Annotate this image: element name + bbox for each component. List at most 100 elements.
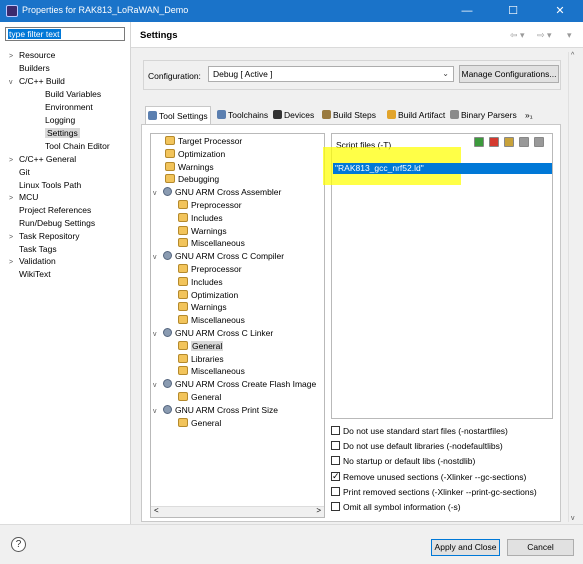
checkbox[interactable] xyxy=(331,426,340,435)
nav-item[interactable]: v C/C++ Build xyxy=(9,75,65,87)
tool-tree-label: GNU ARM Cross C Linker xyxy=(175,328,274,338)
tab[interactable]: Devices xyxy=(271,108,316,124)
cancel-button[interactable]: Cancel xyxy=(507,539,574,556)
option-category-icon xyxy=(178,302,188,312)
nav-item[interactable]: > C/C++ General xyxy=(9,153,76,165)
tool-tree-item[interactable]: Debugging xyxy=(165,173,219,185)
move-up-icon[interactable] xyxy=(519,137,529,147)
nav-item[interactable]: > Resource xyxy=(9,49,55,61)
tab[interactable]: Binary Parsers xyxy=(448,108,519,124)
page-title: Settings xyxy=(140,30,178,41)
tool-tree-item[interactable]: Preprocessor xyxy=(178,263,242,275)
scroll-left-icon[interactable]: < xyxy=(154,506,159,515)
nav-item[interactable]: Task Tags xyxy=(9,243,57,255)
option-category-icon xyxy=(178,417,188,427)
script-files-list[interactable]: Script files (-T) "RAK813_gcc_nrf52.ld" xyxy=(323,133,553,419)
maximize-button[interactable]: ☐ xyxy=(490,0,536,22)
option-checkbox-row[interactable]: Print removed sections (-Xlinker --print… xyxy=(331,486,537,498)
nav-item[interactable]: Run/Debug Settings xyxy=(9,217,95,229)
tool-tree-item[interactable]: General xyxy=(178,391,221,403)
nav-item[interactable]: Tool Chain Editor xyxy=(35,140,110,152)
nav-item[interactable]: WikiText xyxy=(9,268,51,280)
scroll-up-icon[interactable]: ^ xyxy=(571,52,574,59)
checkbox[interactable] xyxy=(331,486,340,496)
tool-tree-item[interactable]: Optimization xyxy=(165,148,225,160)
tool-tree-item[interactable]: v GNU ARM Cross Assembler xyxy=(153,186,281,198)
back-nav-button[interactable]: ⇦ ▾ xyxy=(510,30,525,41)
scroll-right-icon[interactable]: > xyxy=(316,506,321,515)
manage-configurations-button[interactable]: Manage Configurations... xyxy=(459,65,559,83)
settings-header: Settings ⇦ ▾ ⇨ ▾ ▾ xyxy=(131,22,583,48)
tab-icon xyxy=(450,110,459,119)
minimize-button[interactable]: — xyxy=(444,0,490,22)
configuration-select[interactable]: Debug [ Active ] ⌄ xyxy=(208,66,454,82)
twisty-icon[interactable]: v xyxy=(153,329,163,341)
tool-tree-item[interactable]: Warnings xyxy=(165,161,214,173)
tab[interactable]: Tool Settings xyxy=(145,106,211,124)
tab[interactable]: »₁ xyxy=(523,108,535,124)
horizontal-scrollbar[interactable]: < > xyxy=(151,506,324,517)
tab[interactable]: Build Steps xyxy=(320,108,378,124)
nav-item[interactable]: Logging xyxy=(35,114,75,126)
tool-tree-item[interactable]: Includes xyxy=(178,276,223,288)
tool-tree-label: Warnings xyxy=(178,161,214,172)
twisty-icon[interactable]: v xyxy=(9,77,19,89)
nav-item[interactable]: Builders xyxy=(9,62,50,74)
tool-tree-item[interactable]: Warnings xyxy=(178,225,227,237)
twisty-icon[interactable]: v xyxy=(153,406,163,418)
forward-nav-button[interactable]: ⇨ ▾ xyxy=(537,30,552,41)
tool-tree-item[interactable]: Preprocessor xyxy=(178,199,242,211)
checkbox[interactable] xyxy=(331,470,340,482)
option-checkbox-row[interactable]: Omit all symbol information (-s) xyxy=(331,501,461,513)
nav-item[interactable]: Environment xyxy=(35,101,93,113)
tool-tree-item[interactable]: Warnings xyxy=(178,301,227,313)
option-checkbox-row[interactable]: Remove unused sections (-Xlinker --gc-se… xyxy=(331,470,526,483)
tool-tree-item[interactable]: Miscellaneous xyxy=(178,365,245,377)
scroll-down-icon[interactable]: v xyxy=(571,515,575,522)
tool-tree-item[interactable]: v GNU ARM Cross Create Flash Image xyxy=(153,378,316,390)
tool-tree-item[interactable]: v GNU ARM Cross C Linker xyxy=(153,327,273,339)
tool-tree-item[interactable]: v GNU ARM Cross C Compiler xyxy=(153,250,284,262)
filter-input[interactable]: type filter text xyxy=(5,27,125,41)
list-item[interactable]: "RAK813_gcc_nrf52.ld" xyxy=(333,163,552,174)
nav-item[interactable]: > Task Repository xyxy=(9,230,79,242)
vertical-scrollbar[interactable]: ^ v xyxy=(568,52,580,522)
option-checkbox-row[interactable]: Do not use standard start files (-nostar… xyxy=(331,425,508,437)
move-down-icon[interactable] xyxy=(534,137,544,147)
option-checkbox-row[interactable]: No startup or default libs (-nostdlib) xyxy=(331,455,475,467)
tool-tree-item[interactable]: Target Processor xyxy=(165,135,242,147)
tool-tree-item[interactable]: Optimization xyxy=(178,289,238,301)
tool-tree-item[interactable]: v GNU ARM Cross Print Size xyxy=(153,404,278,416)
option-checkbox-row[interactable]: Do not use default libraries (-nodefault… xyxy=(331,440,503,452)
tool-tree-item[interactable]: Miscellaneous xyxy=(178,314,245,326)
checkbox[interactable] xyxy=(331,441,340,451)
tool-tree-item[interactable]: Miscellaneous xyxy=(178,237,245,249)
nav-item[interactable]: > MCU xyxy=(9,191,38,203)
nav-item[interactable]: Linux Tools Path xyxy=(9,179,81,191)
nav-item[interactable]: Project References xyxy=(9,204,91,216)
checkbox[interactable] xyxy=(331,502,340,511)
add-file-icon[interactable] xyxy=(474,137,484,147)
edit-file-icon[interactable] xyxy=(504,137,514,147)
tool-tree-item[interactable]: General xyxy=(178,417,221,429)
tool-tree-item[interactable]: General xyxy=(178,340,224,352)
nav-item[interactable]: > Validation xyxy=(9,255,56,267)
twisty-icon[interactable]: v xyxy=(153,188,163,200)
twisty-icon[interactable]: v xyxy=(153,252,163,264)
nav-item[interactable]: Build Variables xyxy=(35,88,101,100)
tool-tree-item[interactable]: Libraries xyxy=(178,353,224,365)
tool-tree-item[interactable]: Includes xyxy=(178,212,223,224)
help-icon[interactable]: ? xyxy=(11,537,26,552)
tab[interactable]: Build Artifact xyxy=(385,108,447,124)
twisty-icon[interactable]: v xyxy=(153,380,163,392)
nav-item[interactable]: Git xyxy=(9,166,30,178)
apply-and-close-button[interactable]: Apply and Close xyxy=(431,539,500,556)
delete-file-icon[interactable] xyxy=(489,137,499,147)
tab-icon xyxy=(322,110,331,119)
view-menu-button[interactable]: ▾ xyxy=(567,30,572,41)
checkbox[interactable] xyxy=(331,456,340,466)
nav-item[interactable]: Settings xyxy=(35,127,80,139)
tab[interactable]: Toolchains xyxy=(215,108,270,124)
tool-tree[interactable]: Target Processor Optimization Warnings Debu… xyxy=(150,133,325,518)
close-button[interactable]: ✕ xyxy=(537,0,583,22)
